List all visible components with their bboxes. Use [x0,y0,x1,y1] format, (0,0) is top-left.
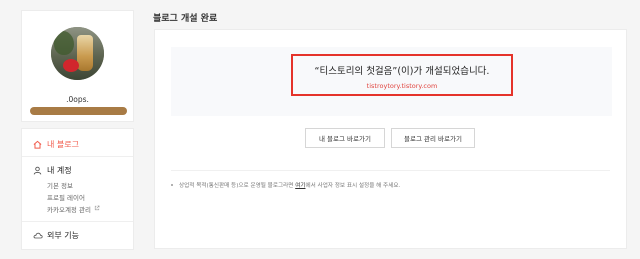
go-to-my-blog-button[interactable]: 내 블로그 바로가기 [305,128,385,148]
notice-text: 에서 사업자 정보 표시 설정을 해 주세요. [305,183,401,189]
sidebar-item-my-account[interactable]: 내 계정 [33,165,72,176]
page-title: 블로그 개설 완료 [153,14,218,24]
sidebar-menu: 내 블로그 내 계정 기본 정보 프로필 레이어 카카오계정 관리 외부 기능 [21,128,134,250]
profile-username: .0ops. [66,95,89,104]
sidebar-subitem-basic-info[interactable]: 기본 정보 [47,180,73,190]
divider [171,170,610,171]
sidebar-item-label: 내 블로그 [47,140,79,149]
cloud-icon [33,231,43,240]
success-message: “티스토리의 첫걸음”(이)가 개설되었습니다. [314,66,490,77]
highlight-box: “티스토리의 첫걸음”(이)가 개설되었습니다. tistroytory.tis… [291,54,513,96]
bullet-icon [171,184,173,186]
sidebar-item-my-blog[interactable]: 내 블로그 [33,139,79,150]
divider [22,221,133,222]
home-icon [33,140,42,149]
go-to-blog-manage-button[interactable]: 블로그 관리 바로가기 [391,128,475,148]
sidebar-item-external[interactable]: 외부 기능 [33,230,79,241]
sidebar-subitem-kakao-account[interactable]: 카카오계정 관리 [47,204,100,214]
business-info-notice: 상업적 목적(통신판매 등)으로 운영될 블로그라면 여기에서 사업자 정보 표… [171,181,400,189]
success-banner: “티스토리의 첫걸음”(이)가 개설되었습니다. tistroytory.tis… [171,47,612,116]
profile-card: .0ops. [21,10,134,122]
notice-text: 상업적 목적(통신판매 등)으로 운영될 블로그라면 [179,183,296,189]
main-card: “티스토리의 첫걸음”(이)가 개설되었습니다. tistroytory.tis… [154,29,627,249]
avatar[interactable] [51,27,104,80]
notice-link[interactable]: 여기 [295,183,305,189]
sidebar-item-label: 외부 기능 [47,231,79,240]
sidebar-subitem-label: 카카오계정 관리 [47,206,91,214]
external-link-icon [94,205,100,213]
profile-name-redacted [30,107,127,115]
sidebar-subitem-profile-layer[interactable]: 프로필 레이어 [47,192,85,202]
blog-url[interactable]: tistroytory.tistory.com [293,82,511,90]
divider [22,156,133,157]
sidebar-item-label: 내 계정 [47,166,72,175]
user-icon [33,166,42,175]
